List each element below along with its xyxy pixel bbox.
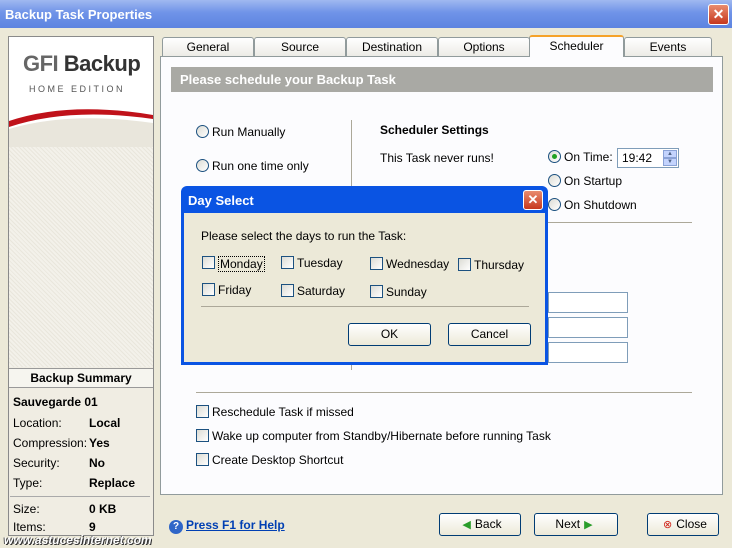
back-button[interactable]: ◀ Back — [439, 513, 521, 536]
options-divider — [196, 392, 692, 393]
text-field-3[interactable] — [548, 342, 628, 363]
scheduler-settings-heading: Scheduler Settings — [380, 123, 489, 137]
dialog-body: Please select the days to run the Task: … — [184, 213, 545, 362]
help-icon: ? — [169, 520, 183, 534]
run-manually-radio[interactable] — [196, 125, 209, 138]
close-button[interactable]: ⊗ Close — [647, 513, 719, 536]
logo-gfi-text: GFI — [23, 51, 59, 76]
settings-divider — [548, 222, 692, 223]
day-select-dialog: Day Select ✕ Please select the days to r… — [181, 186, 548, 365]
window-close-button[interactable]: ✕ — [708, 4, 729, 25]
dialog-prompt: Please select the days to run the Task: — [201, 229, 407, 243]
next-button[interactable]: Next ▶ — [534, 513, 618, 536]
text-field-2[interactable] — [548, 317, 628, 338]
time-value: 19:42 — [622, 151, 653, 165]
sunday-label[interactable]: Sunday — [386, 285, 427, 299]
wednesday-checkbox[interactable] — [370, 257, 383, 270]
spin-down-icon[interactable]: ▼ — [663, 158, 677, 166]
thursday-checkbox[interactable] — [458, 258, 471, 271]
dialog-close-button[interactable]: ✕ — [523, 190, 543, 210]
dialog-divider — [201, 306, 529, 307]
summary-heading: Backup Summary — [9, 368, 153, 388]
saturday-checkbox[interactable] — [281, 284, 294, 297]
window-title: Backup Task Properties — [5, 7, 153, 22]
summary-divider — [10, 496, 150, 497]
logo-swoosh-graphic — [9, 109, 153, 147]
reschedule-label[interactable]: Reschedule Task if missed — [212, 405, 354, 419]
wake-computer-checkbox[interactable] — [196, 429, 209, 442]
run-manually-label[interactable]: Run Manually — [212, 125, 285, 139]
wednesday-label[interactable]: Wednesday — [386, 257, 449, 271]
saturday-label[interactable]: Saturday — [297, 284, 345, 298]
tab-events[interactable]: Events — [624, 37, 712, 56]
text-field-1[interactable] — [548, 292, 628, 313]
desktop-shortcut-checkbox[interactable] — [196, 453, 209, 466]
tuesday-label[interactable]: Tuesday — [297, 256, 343, 270]
run-once-label[interactable]: Run one time only — [212, 159, 309, 173]
tab-general[interactable]: General — [162, 37, 254, 56]
help-link-label[interactable]: Press F1 for Help — [186, 518, 285, 532]
logo-edition: HOME EDITION — [29, 84, 126, 94]
tuesday-checkbox[interactable] — [281, 256, 294, 269]
on-startup-radio[interactable] — [548, 174, 561, 187]
gfi-backup-logo: GFI Backup HOME EDITION — [9, 37, 153, 147]
desktop-shortcut-label[interactable]: Create Desktop Shortcut — [212, 453, 343, 467]
tab-scheduler[interactable]: Scheduler — [529, 35, 624, 57]
friday-checkbox[interactable] — [202, 283, 215, 296]
help-link[interactable]: ? Press F1 for Help — [169, 518, 285, 534]
panel-banner: Please schedule your Backup Task — [171, 67, 713, 92]
dialog-title: Day Select — [188, 193, 254, 208]
site-watermark: www.astucesinternet.com — [4, 533, 152, 547]
time-spinner[interactable]: 19:42 ▲ ▼ — [617, 148, 679, 168]
close-button-label: Close — [676, 517, 707, 531]
on-shutdown-label[interactable]: On Shutdown — [564, 198, 637, 212]
tab-destination[interactable]: Destination — [346, 37, 438, 56]
back-button-label: Back — [474, 517, 502, 531]
tab-source[interactable]: Source — [254, 37, 346, 56]
on-startup-label[interactable]: On Startup — [564, 174, 622, 188]
on-time-label[interactable]: On Time: — [564, 150, 613, 164]
arrow-left-icon: ◀ — [462, 519, 471, 531]
thursday-label[interactable]: Thursday — [474, 258, 524, 272]
friday-label[interactable]: Friday — [218, 283, 251, 297]
on-time-radio[interactable] — [548, 150, 561, 163]
run-once-radio[interactable] — [196, 159, 209, 172]
window-title-bar: Backup Task Properties ✕ — [0, 0, 732, 28]
cancel-button[interactable]: Cancel — [448, 323, 531, 346]
next-button-label: Next — [555, 517, 581, 531]
left-panel-pattern — [9, 147, 153, 367]
monday-label[interactable]: Monday — [218, 256, 265, 272]
sunday-checkbox[interactable] — [370, 285, 383, 298]
tab-options[interactable]: Options — [438, 37, 530, 56]
ok-button[interactable]: OK — [348, 323, 431, 346]
close-x-icon: ⊗ — [663, 519, 673, 531]
reschedule-checkbox[interactable] — [196, 405, 209, 418]
on-shutdown-radio[interactable] — [548, 198, 561, 211]
summary-task-name: Sauvegarde 01 — [13, 395, 98, 409]
spin-up-icon[interactable]: ▲ — [663, 150, 677, 158]
wake-computer-label[interactable]: Wake up computer from Standby/Hibernate … — [212, 429, 551, 443]
task-status-text: This Task never runs! — [380, 151, 494, 165]
monday-checkbox[interactable] — [202, 256, 215, 269]
logo-name-text: Backup — [63, 51, 141, 76]
arrow-right-icon: ▶ — [584, 519, 593, 531]
